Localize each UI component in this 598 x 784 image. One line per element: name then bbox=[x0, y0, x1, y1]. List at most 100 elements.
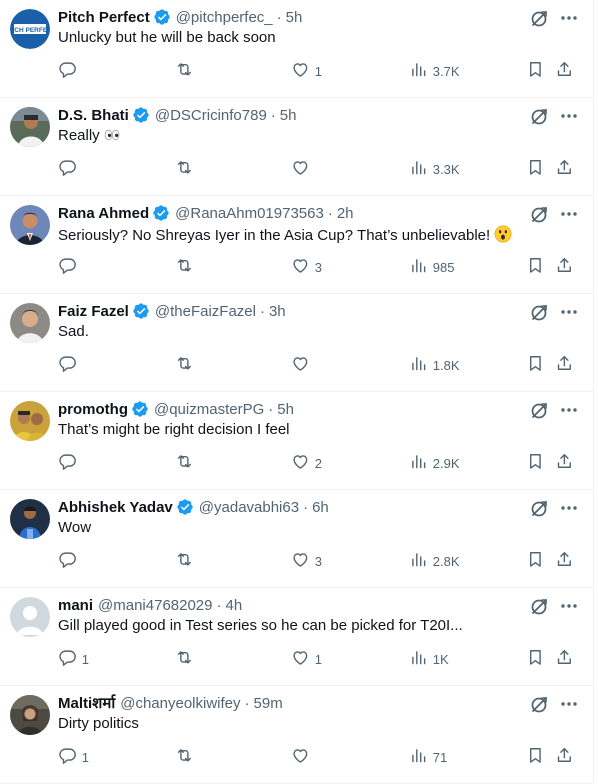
bookmark-icon[interactable] bbox=[526, 648, 545, 672]
share-icon[interactable] bbox=[555, 746, 574, 770]
reply-tweet[interactable]: Rana Ahmed @RanaAhm01973563 · 2h Seriously? … bbox=[0, 196, 593, 294]
views-button[interactable]: 71 bbox=[409, 746, 447, 768]
like-button[interactable]: 1 bbox=[291, 60, 322, 82]
timestamp[interactable]: 2h bbox=[337, 205, 354, 222]
share-icon[interactable] bbox=[555, 550, 574, 574]
share-icon[interactable] bbox=[555, 158, 574, 182]
user-handle[interactable]: @yadavabhi63 bbox=[199, 499, 299, 516]
display-name[interactable]: Faiz Fazel bbox=[58, 303, 129, 320]
avatar[interactable] bbox=[10, 107, 50, 147]
bookmark-icon[interactable] bbox=[526, 256, 545, 280]
user-handle[interactable]: @quizmasterPG bbox=[154, 401, 264, 418]
more-options-icon[interactable] bbox=[560, 205, 578, 223]
share-icon[interactable] bbox=[555, 60, 574, 84]
avatar[interactable]: PITCH PERFECT bbox=[10, 9, 50, 49]
like-button[interactable]: 3 bbox=[291, 256, 322, 278]
repost-button[interactable] bbox=[175, 648, 194, 670]
avatar[interactable] bbox=[10, 499, 50, 539]
more-options-icon[interactable] bbox=[560, 597, 578, 615]
avatar[interactable] bbox=[10, 695, 50, 735]
views-button[interactable]: 1K bbox=[409, 648, 449, 670]
user-handle[interactable]: @DSCricinfo789 bbox=[155, 107, 267, 124]
display-name[interactable]: D.S. Bhati bbox=[58, 107, 129, 124]
repost-button[interactable] bbox=[175, 746, 194, 768]
like-button[interactable]: 3 bbox=[291, 550, 322, 572]
more-options-icon[interactable] bbox=[560, 499, 578, 517]
bookmark-icon[interactable] bbox=[526, 746, 545, 770]
bookmark-icon[interactable] bbox=[526, 158, 545, 182]
display-name[interactable]: mani bbox=[58, 597, 93, 614]
views-button[interactable]: 2.9K bbox=[409, 452, 460, 474]
more-options-icon[interactable] bbox=[560, 9, 578, 27]
views-button[interactable]: 3.7K bbox=[409, 60, 460, 82]
reply-button[interactable] bbox=[58, 158, 82, 180]
bookmark-icon[interactable] bbox=[526, 452, 545, 476]
user-handle[interactable]: @mani47682029 bbox=[98, 597, 212, 614]
grok-icon[interactable] bbox=[529, 107, 549, 127]
reply-button[interactable] bbox=[58, 60, 82, 82]
views-button[interactable]: 2.8K bbox=[409, 550, 460, 572]
share-icon[interactable] bbox=[555, 648, 574, 672]
user-handle[interactable]: @RanaAhm01973563 bbox=[175, 205, 324, 222]
timestamp[interactable]: 6h bbox=[312, 499, 329, 516]
timestamp[interactable]: 5h bbox=[286, 9, 303, 26]
reply-button[interactable] bbox=[58, 550, 82, 572]
like-button[interactable] bbox=[291, 354, 315, 376]
reply-tweet[interactable]: Maltiशर्मा @chanyeolkiwifey · 59m Dirty poli… bbox=[0, 686, 593, 784]
timestamp[interactable]: 5h bbox=[277, 401, 294, 418]
display-name[interactable]: Rana Ahmed bbox=[58, 205, 149, 222]
reply-tweet[interactable]: D.S. Bhati @DSCricinfo789 · 5h Really 3.3K bbox=[0, 98, 593, 196]
reply-tweet[interactable]: promothg @quizmasterPG · 5h That’s might be … bbox=[0, 392, 593, 490]
bookmark-icon[interactable] bbox=[526, 550, 545, 574]
reply-tweet[interactable]: PITCH PERFECT Pitch Perfect @pitchperfec_·… bbox=[0, 0, 593, 98]
reply-button[interactable]: 1 bbox=[58, 648, 89, 670]
grok-icon[interactable] bbox=[529, 401, 549, 421]
display-name[interactable]: Pitch Perfect bbox=[58, 9, 150, 26]
reply-tweet[interactable]: mani @mani47682029 · 4h Gill played good in … bbox=[0, 588, 593, 686]
repost-button[interactable] bbox=[175, 550, 194, 572]
more-options-icon[interactable] bbox=[560, 303, 578, 321]
grok-icon[interactable] bbox=[529, 597, 549, 617]
repost-button[interactable] bbox=[175, 256, 194, 278]
avatar[interactable] bbox=[10, 597, 50, 637]
views-button[interactable]: 3.3K bbox=[409, 158, 460, 180]
more-options-icon[interactable] bbox=[560, 695, 578, 713]
views-button[interactable]: 985 bbox=[409, 256, 454, 278]
repost-button[interactable] bbox=[175, 452, 194, 474]
grok-icon[interactable] bbox=[529, 303, 549, 323]
reply-button[interactable] bbox=[58, 354, 82, 376]
reply-button[interactable] bbox=[58, 452, 82, 474]
reply-button[interactable]: 1 bbox=[58, 746, 89, 768]
bookmark-icon[interactable] bbox=[526, 354, 545, 378]
avatar[interactable] bbox=[10, 205, 50, 245]
avatar[interactable] bbox=[10, 303, 50, 343]
more-options-icon[interactable] bbox=[560, 107, 578, 125]
timestamp[interactable]: 3h bbox=[269, 303, 286, 320]
bookmark-icon[interactable] bbox=[526, 60, 545, 84]
user-handle[interactable]: @pitchperfec_ bbox=[176, 9, 273, 26]
user-handle[interactable]: @chanyeolkiwifey bbox=[120, 695, 240, 712]
user-handle[interactable]: @theFaizFazel bbox=[155, 303, 256, 320]
grok-icon[interactable] bbox=[529, 695, 549, 715]
grok-icon[interactable] bbox=[529, 205, 549, 225]
reply-button[interactable] bbox=[58, 256, 82, 278]
reply-tweet[interactable]: Abhishek Yadav @yadavabhi63 · 6h Wow 3 2.8K bbox=[0, 490, 593, 588]
repost-button[interactable] bbox=[175, 354, 194, 376]
share-icon[interactable] bbox=[555, 452, 574, 476]
display-name[interactable]: Abhishek Yadav bbox=[58, 499, 173, 516]
share-icon[interactable] bbox=[555, 256, 574, 280]
views-button[interactable]: 1.8K bbox=[409, 354, 460, 376]
repost-button[interactable] bbox=[175, 60, 194, 82]
repost-button[interactable] bbox=[175, 158, 194, 180]
grok-icon[interactable] bbox=[529, 9, 549, 29]
like-button[interactable]: 1 bbox=[291, 648, 322, 670]
display-name[interactable]: Maltiशर्मा bbox=[58, 693, 115, 713]
timestamp[interactable]: 4h bbox=[226, 597, 243, 614]
like-button[interactable] bbox=[291, 746, 315, 768]
more-options-icon[interactable] bbox=[560, 401, 578, 419]
grok-icon[interactable] bbox=[529, 499, 549, 519]
like-button[interactable] bbox=[291, 158, 315, 180]
avatar[interactable] bbox=[10, 401, 50, 441]
timestamp[interactable]: 59m bbox=[254, 695, 283, 712]
display-name[interactable]: promothg bbox=[58, 401, 128, 418]
